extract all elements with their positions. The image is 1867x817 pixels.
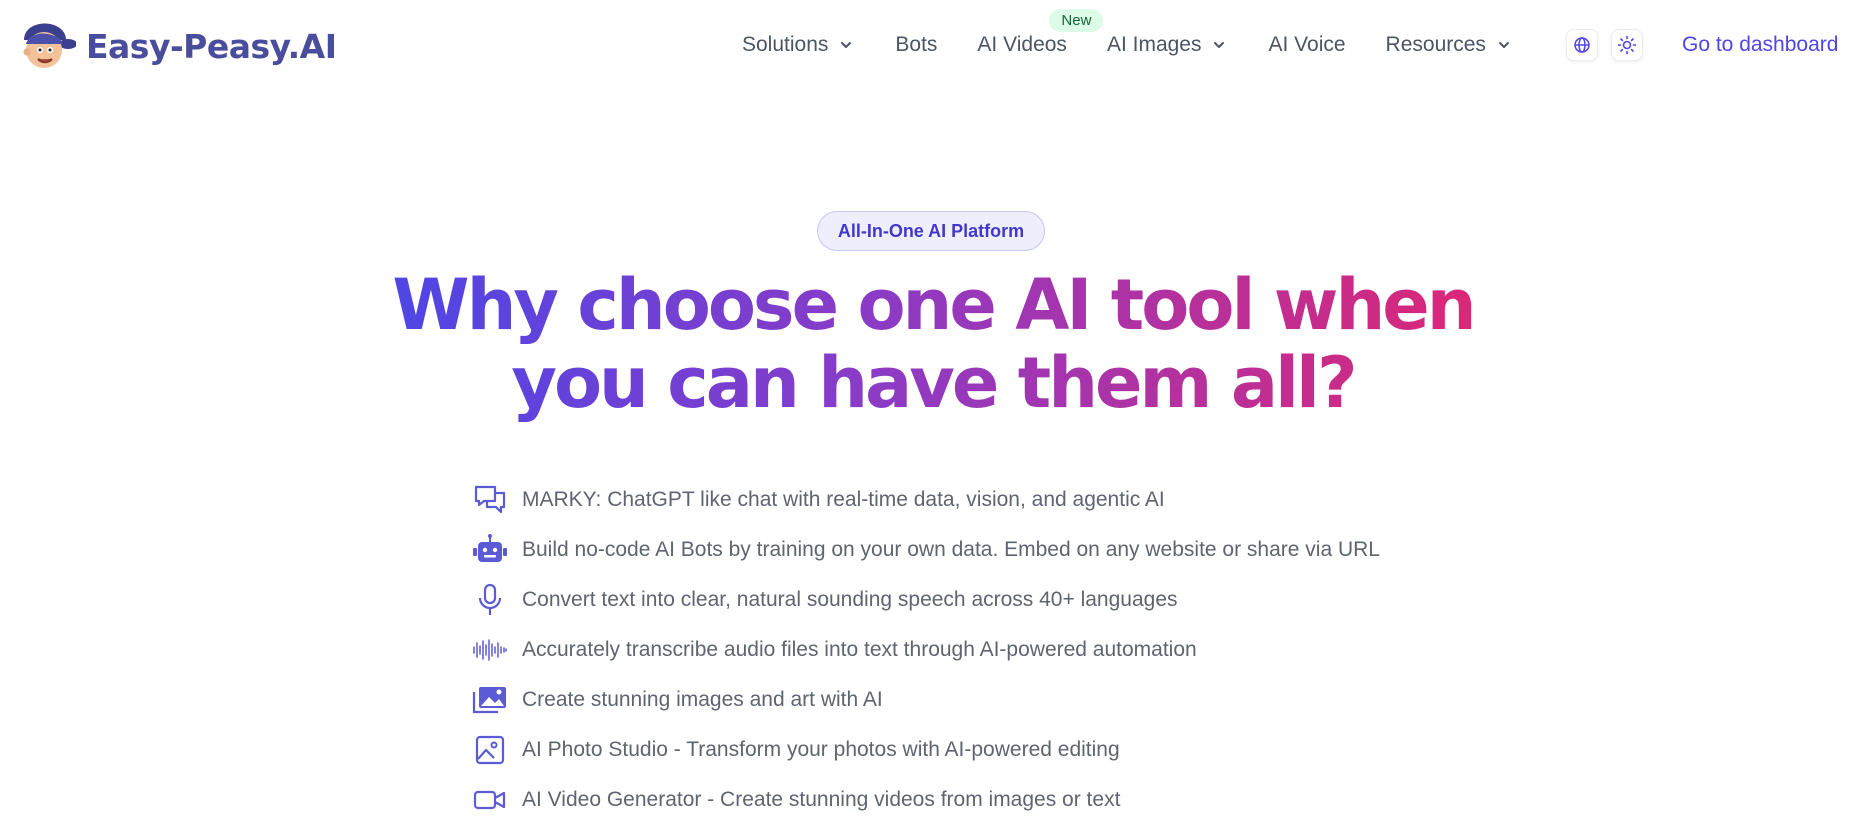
feature-text: AI Photo Studio - Transform your photos …	[522, 738, 1120, 761]
headline-line-2: you can have them all?	[511, 342, 1355, 424]
feature-item: AI Video Generator - Create stunning vid…	[472, 775, 1380, 817]
nav-ai-images-label: AI Images	[1106, 33, 1202, 56]
robot-icon	[472, 532, 508, 568]
chevron-down-icon	[1498, 42, 1509, 48]
feature-item: Create stunning images and art with AI	[472, 675, 1380, 725]
nav-bots[interactable]: Bots	[895, 33, 937, 57]
feature-text: MARKY: ChatGPT like chat with real-time …	[522, 488, 1165, 511]
headline-line-1: Why choose one AI tool when	[392, 264, 1474, 346]
nav-ai-videos[interactable]: New AI Videos	[977, 9, 1104, 57]
platform-pill: All-In-One AI Platform	[817, 211, 1045, 251]
feature-item: Convert text into clear, natural soundin…	[472, 575, 1380, 625]
globe-icon	[1574, 37, 1590, 53]
nav-solutions-label: Solutions	[742, 33, 829, 56]
chevron-down-icon	[1214, 42, 1225, 48]
feature-text: Accurately transcribe audio files into t…	[522, 638, 1197, 661]
nav-resources-label: Resources	[1385, 33, 1486, 56]
microphone-icon	[472, 582, 508, 618]
waveform-icon	[472, 632, 508, 668]
feature-item: Accurately transcribe audio files into t…	[472, 625, 1380, 675]
feature-text: Build no-code AI Bots by training on you…	[522, 538, 1380, 561]
feature-text: AI Video Generator - Create stunning vid…	[522, 788, 1121, 811]
nav-bots-label: Bots	[895, 33, 938, 56]
hero-headline: Why choose one AI tool when you can have…	[333, 266, 1533, 422]
feature-item: MARKY: ChatGPT like chat with real-time …	[472, 475, 1380, 525]
nav-ai-voice[interactable]: AI Voice	[1268, 33, 1345, 57]
mascot-logo-icon	[23, 23, 76, 68]
feature-item: AI Photo Studio - Transform your photos …	[472, 725, 1380, 775]
theme-toggle-button[interactable]	[1611, 29, 1643, 61]
nav-ai-images[interactable]: AI Images	[1107, 33, 1227, 57]
photo-icon	[472, 732, 508, 768]
language-button[interactable]	[1566, 29, 1598, 61]
nav-ai-videos-label: AI Videos	[977, 33, 1067, 56]
nav-resources[interactable]: Resources	[1386, 33, 1511, 57]
feature-text: Create stunning images and art with AI	[522, 688, 883, 711]
new-badge: New	[1049, 9, 1104, 32]
video-camera-icon	[472, 782, 508, 817]
chat-bubbles-icon	[472, 482, 508, 518]
feature-text: Convert text into clear, natural soundin…	[522, 588, 1178, 611]
brand-logo[interactable]: Easy-Peasy.AI	[18, 20, 337, 72]
brand-name: Easy-Peasy.AI	[86, 26, 337, 66]
go-to-dashboard-link[interactable]: Go to dashboard	[1682, 33, 1838, 57]
chevron-down-icon	[841, 42, 852, 48]
image-stack-icon	[472, 682, 508, 718]
nav-solutions[interactable]: Solutions	[742, 33, 853, 57]
feature-list: MARKY: ChatGPT like chat with real-time …	[472, 475, 1380, 817]
nav-ai-voice-label: AI Voice	[1268, 33, 1346, 56]
feature-item: Build no-code AI Bots by training on you…	[472, 525, 1380, 575]
site-header: Easy-Peasy.AI Solutions Bots New AI Vide…	[0, 0, 1867, 92]
main-nav: Solutions Bots New AI Videos AI Images A…	[742, 9, 1511, 57]
sun-icon	[1617, 35, 1637, 55]
